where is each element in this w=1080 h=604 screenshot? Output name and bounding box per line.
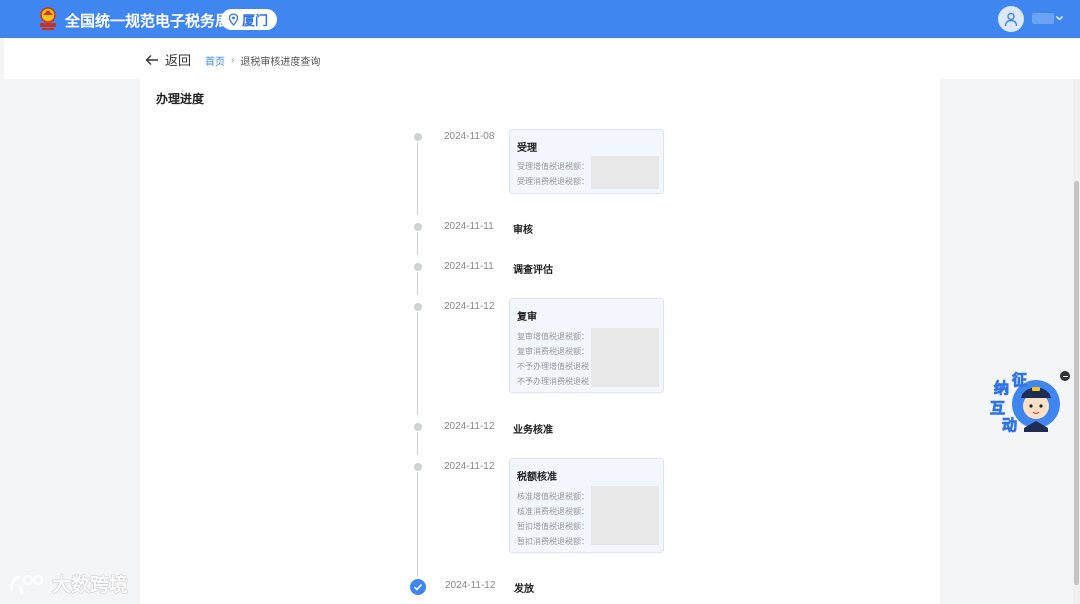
step-date: 2024-11-08 <box>444 131 495 142</box>
top-header: 全国统一规范电子税务局 厦门 <box>0 0 1080 38</box>
timeline-connector <box>417 472 418 577</box>
card-row-label: 受理增值税退税额： <box>517 162 589 171</box>
timeline-connector <box>417 142 418 215</box>
breadcrumb-bar: 返回 首页 › 退税审核进度查询 <box>4 38 1080 79</box>
step-title: 税额核准 <box>517 472 557 483</box>
user-avatar-icon <box>1004 12 1018 27</box>
site-brand[interactable]: 全国统一规范电子税务局 <box>65 10 230 31</box>
step-date: 2024-11-12 <box>445 580 496 591</box>
back-arrow-icon <box>145 54 158 65</box>
masked-value <box>591 486 659 545</box>
step-complete-marker <box>410 579 426 595</box>
breadcrumb-separator: › <box>231 55 235 66</box>
back-button[interactable]: 返回 <box>145 50 191 69</box>
step-title: 发放 <box>514 584 534 595</box>
timeline-dot <box>414 263 422 271</box>
helper-close-button[interactable] <box>1060 371 1070 381</box>
user-avatar[interactable] <box>998 6 1024 32</box>
step-title: 复审 <box>517 312 537 323</box>
watermark-logo-icon <box>10 574 44 593</box>
step-title: 受理 <box>517 143 537 154</box>
helper-char: 动 <box>1002 416 1017 434</box>
timeline-dot <box>414 133 422 141</box>
location-pin-icon <box>228 13 239 26</box>
timeline-connector <box>417 232 418 255</box>
helper-char: 互 <box>990 399 1005 417</box>
step-date: 2024-11-12 <box>444 301 495 312</box>
masked-value <box>591 156 659 189</box>
card-row-label: 核准增值税退税额： <box>517 492 589 501</box>
timeline-dot <box>414 223 422 231</box>
card-row-label: 不予办理消费税退税额： <box>517 377 589 386</box>
tax-emblem-icon <box>40 7 56 30</box>
card-row-label: 暂扣增值税退税额： <box>517 522 589 531</box>
step-title: 业务核准 <box>513 425 553 436</box>
watermark: 大数跨境 <box>8 570 128 597</box>
card-row-label: 复审消费税退税额： <box>517 347 589 356</box>
timeline-connector <box>417 272 418 295</box>
timeline-dot <box>414 423 422 431</box>
step-card: 税额核准 核准增值税退税额： 核准消费税退税额： 暂扣增值税退税额： 暂扣消费税… <box>509 458 664 553</box>
progress-panel: 办理进度 2024-11-08 受理 受理增值税退税额： 受理消费税退税额： 2… <box>140 79 940 604</box>
user-name-masked[interactable] <box>1032 13 1054 24</box>
card-row-label: 复审增值税退税额： <box>517 332 589 341</box>
step-date: 2024-11-12 <box>444 461 495 472</box>
city-selector[interactable]: 厦门 <box>221 9 278 30</box>
timeline-connector <box>417 312 418 415</box>
card-row-label: 核准消费税退税额： <box>517 507 589 516</box>
card-row-label: 受理消费税退税额： <box>517 177 589 186</box>
tax-helper-widget[interactable]: 征 纳 互 动 <box>988 366 1060 436</box>
scrollbar-thumb[interactable] <box>1074 181 1079 585</box>
card-row-label: 不予办理增值税退税额： <box>517 362 589 371</box>
city-name: 厦门 <box>242 13 269 28</box>
step-date: 2024-11-12 <box>444 421 495 432</box>
step-date: 2024-11-11 <box>444 221 494 232</box>
helper-char: 征 <box>1012 371 1027 389</box>
step-date: 2024-11-11 <box>444 261 494 272</box>
card-row-label: 暂扣消费税退税额： <box>517 537 589 546</box>
breadcrumb: 首页 › 退税审核进度查询 <box>205 53 320 68</box>
step-card: 复审 复审增值税退税额： 复审消费税退税额： 不予办理增值税退税额： 不予办理消… <box>509 298 664 393</box>
timeline-connector <box>417 432 418 455</box>
timeline-dot <box>414 463 422 471</box>
minus-icon <box>1062 375 1068 377</box>
step-title: 审核 <box>513 225 533 236</box>
breadcrumb-current: 退税审核进度查询 <box>240 57 321 68</box>
chevron-down-icon[interactable] <box>1055 12 1064 24</box>
helper-label: 征 纳 互 动 <box>990 371 1028 435</box>
back-label: 返回 <box>165 53 192 68</box>
step-title: 调查评估 <box>513 265 553 276</box>
breadcrumb-home[interactable]: 首页 <box>205 53 225 68</box>
panel-title: 办理进度 <box>156 92 205 106</box>
timeline-dot <box>414 303 422 311</box>
check-icon <box>413 583 423 591</box>
watermark-text: 大数跨境 <box>52 575 129 596</box>
helper-char: 纳 <box>994 379 1009 397</box>
step-card: 受理 受理增值税退税额： 受理消费税退税额： <box>509 129 664 194</box>
masked-value <box>591 328 659 387</box>
